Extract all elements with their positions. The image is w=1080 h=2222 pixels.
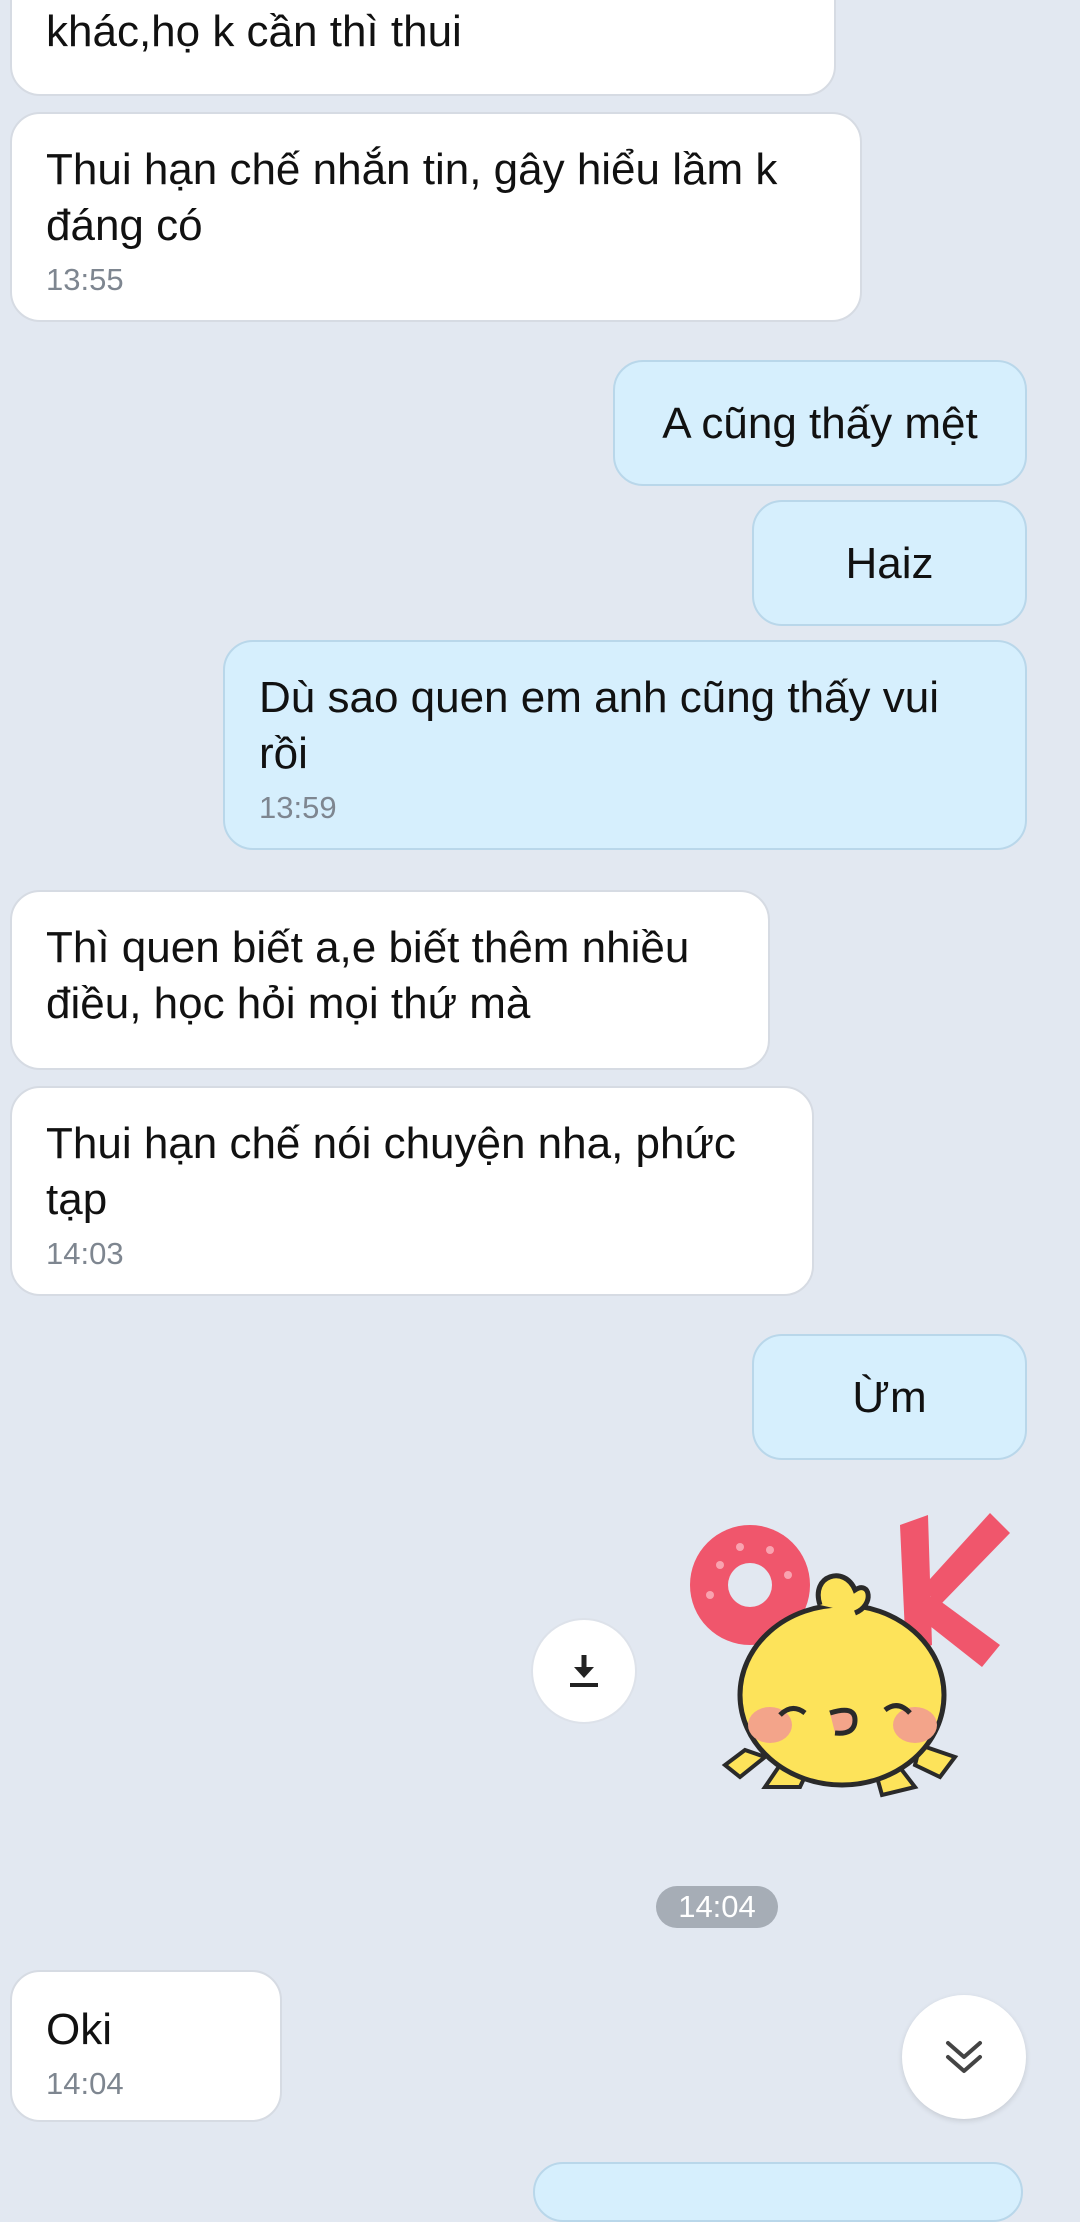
- message-bubble-incoming[interactable]: khác,họ k cần thì thui: [10, 0, 836, 96]
- scroll-to-bottom-button[interactable]: [902, 1995, 1026, 2119]
- message-bubble-incoming[interactable]: Oki 14:04: [10, 1970, 282, 2122]
- message-bubble-incoming[interactable]: Thì quen biết a,e biết thêm nhiều điều, …: [10, 890, 770, 1070]
- message-time: 14:03: [46, 1236, 124, 1271]
- message-text: Haiz: [845, 539, 934, 588]
- message-text: Ừm: [852, 1373, 927, 1422]
- sticker-time-badge: 14:04: [656, 1886, 778, 1928]
- message-text: Thui hạn chế nhắn tin, gây hiểu lầm k đá…: [46, 145, 778, 250]
- message-bubble-outgoing[interactable]: [533, 2162, 1023, 2222]
- message-text: khác,họ k cần thì thui: [46, 7, 462, 56]
- chevron-double-down-icon: [946, 2041, 982, 2073]
- message-text: Thì quen biết a,e biết thêm nhiều điều, …: [46, 923, 690, 1028]
- message-bubble-outgoing[interactable]: Ừm: [752, 1334, 1027, 1460]
- message-text: Dù sao quen em anh cũng thấy vui rồi: [259, 673, 940, 778]
- download-button[interactable]: [531, 1618, 637, 1724]
- message-text: Oki: [46, 2005, 112, 2054]
- message-time: 14:04: [46, 2066, 124, 2101]
- download-icon: [570, 1655, 598, 1687]
- message-bubble-incoming[interactable]: Thui hạn chế nói chuyện nha, phức tạp 14…: [10, 1086, 814, 1296]
- message-time: 13:59: [259, 790, 337, 825]
- message-time: 13:55: [46, 262, 124, 297]
- ok-chick-sticker[interactable]: [670, 1495, 1020, 1830]
- message-bubble-outgoing[interactable]: Dù sao quen em anh cũng thấy vui rồi 13:…: [223, 640, 1027, 850]
- message-text: A cũng thấy mệt: [662, 399, 978, 448]
- message-text: Thui hạn chế nói chuyện nha, phức tạp: [46, 1119, 736, 1224]
- message-bubble-outgoing[interactable]: A cũng thấy mệt: [613, 360, 1027, 486]
- message-bubble-incoming[interactable]: Thui hạn chế nhắn tin, gây hiểu lầm k đá…: [10, 112, 862, 322]
- message-bubble-outgoing[interactable]: Haiz: [752, 500, 1027, 626]
- sticker-image: [690, 1513, 1010, 1798]
